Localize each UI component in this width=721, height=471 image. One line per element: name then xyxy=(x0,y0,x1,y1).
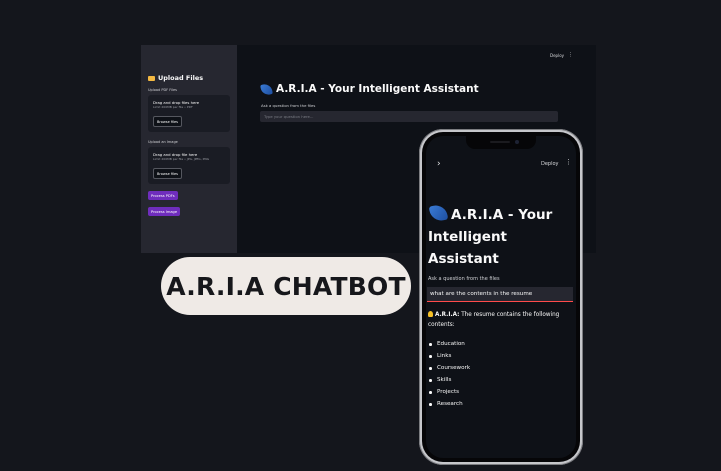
list-item: Skills xyxy=(426,374,470,386)
lightbulb-icon xyxy=(428,311,433,317)
camera-icon xyxy=(515,140,519,144)
process-image-button[interactable]: Process Image xyxy=(148,207,181,216)
process-pdfs-label: Process PDFs xyxy=(151,193,175,198)
list-item: Projects xyxy=(426,386,470,398)
desktop-question-input[interactable]: Type your question here... xyxy=(260,111,558,122)
feather-icon xyxy=(428,203,449,223)
phone-menu-icon[interactable]: ⋮ xyxy=(565,158,572,166)
phone-notch xyxy=(466,136,536,149)
image-upload-label: Upload an Image xyxy=(148,140,178,144)
desktop-title-text: A.R.I.A - Your Intelligent Assistant xyxy=(276,83,479,95)
chatbot-banner: A.R.I.A CHATBOT xyxy=(161,257,411,315)
phone-screen: › Deploy ⋮ A.R.I.A - Your Intelligent As… xyxy=(426,136,576,458)
answer-speaker: A.R.I.A: xyxy=(435,312,460,318)
list-item: Coursework xyxy=(426,362,470,374)
list-item: Links xyxy=(426,350,470,362)
feather-icon xyxy=(260,82,273,96)
phone-frame: › Deploy ⋮ A.R.I.A - Your Intelligent As… xyxy=(419,129,583,465)
desktop-deploy-button[interactable]: Deploy xyxy=(550,53,564,58)
speaker-grille xyxy=(490,141,510,143)
phone-question-input[interactable]: what are the contents in the resume xyxy=(427,287,573,302)
assistant-answer: A.R.I.A: The resume contains the followi… xyxy=(428,310,572,330)
answer-list: Education Links Coursework Skills Projec… xyxy=(426,338,470,410)
process-pdfs-button[interactable]: Process PDFs xyxy=(148,191,178,200)
phone-page-title: A.R.I.A - Your Intelligent Assistant xyxy=(428,203,574,270)
image-limit-text: Limit 200MB per file • JPG, JPEG, PNG xyxy=(153,157,210,161)
pdf-limit-text: Limit 200MB per file • PDF xyxy=(153,105,193,109)
pdf-dropzone[interactable]: Drag and drop files here Limit 200MB per… xyxy=(148,95,230,132)
sidebar-title: Upload Files xyxy=(148,74,203,82)
list-item: Education xyxy=(426,338,470,350)
list-item: Research xyxy=(426,398,470,410)
pdf-browse-button[interactable]: Browse files xyxy=(153,116,182,127)
promo-stage: Upload Files Upload PDF Files Drag and d… xyxy=(0,0,721,471)
phone-ask-label: Ask a question from the files xyxy=(428,276,500,282)
image-browse-button[interactable]: Browse files xyxy=(153,168,182,179)
sidebar-title-label: Upload Files xyxy=(158,74,204,82)
process-image-label: Process Image xyxy=(151,209,178,214)
sidebar-expand-icon[interactable]: › xyxy=(437,159,441,169)
desktop-menu-icon[interactable]: ⋮ xyxy=(568,52,573,58)
sidebar: Upload Files Upload PDF Files Drag and d… xyxy=(141,45,237,253)
image-dropzone[interactable]: Drag and drop file here Limit 200MB per … xyxy=(148,147,230,184)
desktop-ask-label: Ask a question from the files xyxy=(261,103,316,108)
desktop-page-title: A.R.I.A - Your Intelligent Assistant xyxy=(260,82,479,96)
pdf-upload-label: Upload PDF Files xyxy=(148,88,177,92)
folder-icon xyxy=(148,75,155,81)
phone-deploy-button[interactable]: Deploy xyxy=(541,161,559,167)
